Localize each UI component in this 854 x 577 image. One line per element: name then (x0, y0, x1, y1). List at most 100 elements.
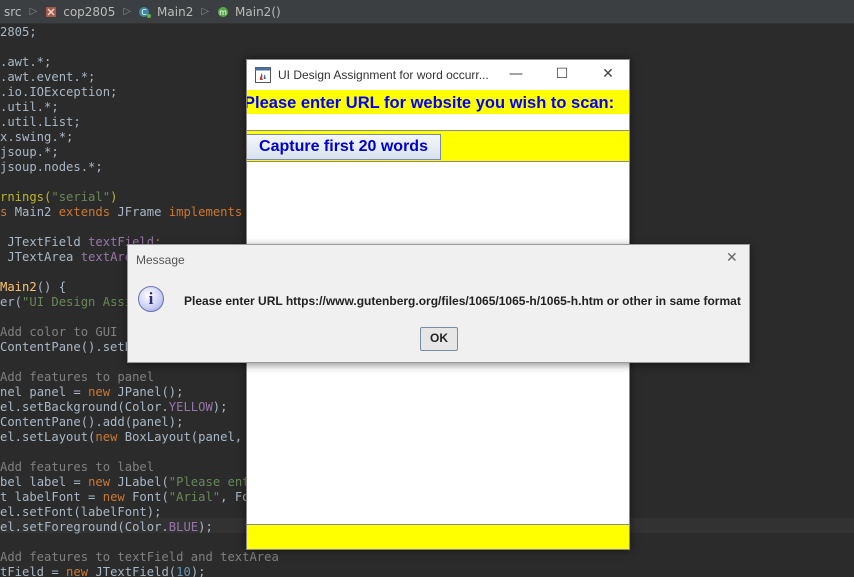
code-token: () { (36, 280, 67, 294)
dialog-titlebar[interactable]: Message ✕ (128, 245, 749, 274)
code-line: jsoup.*; (0, 145, 59, 160)
code-token: YELLOW (168, 400, 213, 414)
code-token: = (80, 490, 103, 504)
dialog-message: Please enter URL https://www.gutenberg.o… (184, 294, 741, 308)
code-token: "UI Design Assig (22, 295, 140, 309)
code-token: .util.*; (0, 100, 59, 114)
code-line: .awt.event.*; (0, 70, 95, 85)
code-line: rnings("serial") (0, 190, 117, 205)
code-line: Add features to textField and textArea (0, 550, 279, 565)
code-token: 2805; (0, 25, 37, 39)
package-icon (46, 6, 57, 17)
code-token: ContentPane().setBa (0, 340, 140, 354)
code-token: = (66, 475, 89, 489)
code-line: x.swing.*; (0, 130, 73, 145)
code-line: bel label = new JLabel("Please enter (0, 475, 264, 490)
code-token: ) (110, 190, 118, 204)
code-line: ContentPane().setBa (0, 340, 139, 355)
code-token: nel (0, 385, 30, 399)
breadcrumb-label: cop2805 (63, 4, 116, 19)
info-icon: i (138, 286, 164, 312)
code-line: JTextArea textArea (0, 250, 139, 265)
class-icon: C (139, 6, 152, 18)
code-line: tField = new JTextField(10); (0, 565, 206, 577)
chevron-right-icon: ▷ (29, 6, 38, 17)
code-token: implements (168, 205, 250, 219)
code-token: Main2 (14, 205, 59, 219)
chevron-right-icon: ▷ (123, 6, 132, 17)
breadcrumb-method[interactable]: m Main2() (213, 5, 281, 19)
code-token: extends (58, 205, 118, 219)
code-token: .util.List; (0, 115, 81, 129)
code-token: .awt.*; (0, 55, 52, 69)
code-token: JLabel( (117, 475, 169, 489)
code-line: 2805; (0, 25, 37, 40)
code-line: Add features to label (0, 460, 154, 475)
code-token: JTextField( (95, 565, 177, 577)
code-token: BoxLayout(panel, Bo (124, 430, 265, 444)
navigation-breadcrumb: src ▷ cop2805 ▷ C Main2 ▷ m Main2() (0, 0, 854, 24)
java-app-icon (255, 67, 271, 83)
code-line: el.setForeground(Color.BLUE); (0, 520, 213, 535)
code-line: s Main2 extends JFrame implements Ac (0, 205, 264, 220)
code-token: bel (0, 475, 30, 489)
code-token: JTextField (0, 235, 89, 249)
chevron-right-icon: ▷ (201, 6, 210, 17)
code-token: Add features to label (0, 460, 155, 474)
minimize-button[interactable]: — (493, 60, 539, 89)
code-token: "Arial" (168, 490, 221, 504)
code-line: el.setFont(labelFont); (0, 505, 161, 520)
code-token: JTextArea (0, 250, 81, 264)
button-panel: Capture first 20 words (247, 131, 629, 162)
code-token: er( (0, 295, 23, 309)
bottom-panel (247, 524, 629, 549)
code-token: BLUE (168, 520, 199, 534)
app-window-titlebar[interactable]: UI Design Assignment for word occurr... … (247, 60, 629, 89)
url-input[interactable] (247, 114, 629, 131)
code-token: "serial" (51, 190, 111, 204)
code-line: t labelFont = new Font("Arial", Font (0, 490, 264, 505)
code-token: new (88, 475, 118, 489)
code-token: tField (0, 565, 45, 577)
code-token: panel (29, 385, 67, 399)
code-token: .awt.event.*; (0, 70, 96, 84)
message-dialog: Message ✕ i Please enter URL https://www… (127, 244, 750, 363)
code-token: Add color to GUI (0, 325, 118, 339)
code-token: Font( (132, 490, 169, 504)
breadcrumb-class[interactable]: C Main2 (135, 5, 193, 19)
code-line: Add color to GUI (0, 325, 117, 340)
code-token: new (66, 565, 96, 577)
svg-text:C: C (141, 8, 147, 17)
capture-words-button[interactable]: Capture first 20 words (247, 134, 441, 160)
label-panel: Please enter URL for website you wish to… (247, 90, 629, 114)
code-token: Main2 (0, 280, 37, 294)
code-token: JFrame (117, 205, 169, 219)
code-token: 10 (176, 565, 191, 577)
code-token: ); (212, 400, 228, 414)
breadcrumb-package[interactable]: cop2805 (41, 5, 115, 19)
breadcrumb-label: Main2 (157, 4, 194, 19)
ok-button[interactable]: OK (420, 327, 458, 351)
code-token: el.setFont(labelFont); (0, 505, 162, 519)
code-token: ); (198, 520, 213, 534)
code-token: el.setBackground(Color. (0, 400, 169, 414)
url-prompt-label: Please enter URL for website you wish to… (246, 94, 615, 112)
maximize-button[interactable]: ☐ (539, 60, 585, 89)
code-line: jsoup.nodes.*; (0, 160, 103, 175)
code-token: = (44, 565, 67, 577)
code-line: er("UI Design Assig (0, 295, 139, 310)
close-button[interactable]: ✕ (585, 60, 629, 89)
code-line: Main2() { (0, 280, 66, 295)
code-token: t labelFont (0, 490, 81, 504)
code-token: new (88, 385, 118, 399)
code-line: .util.*; (0, 100, 59, 115)
code-token: el.setForeground(Color. (0, 520, 169, 534)
code-token: jsoup.*; (0, 145, 59, 159)
dialog-close-button[interactable]: ✕ (726, 250, 738, 266)
svg-text:m: m (219, 8, 227, 17)
breadcrumb-label: src (4, 4, 22, 19)
code-token: rnings( (0, 190, 52, 204)
code-token: ); (190, 565, 206, 577)
code-line: .awt.*; (0, 55, 51, 70)
breadcrumb-src[interactable]: src (0, 5, 22, 19)
